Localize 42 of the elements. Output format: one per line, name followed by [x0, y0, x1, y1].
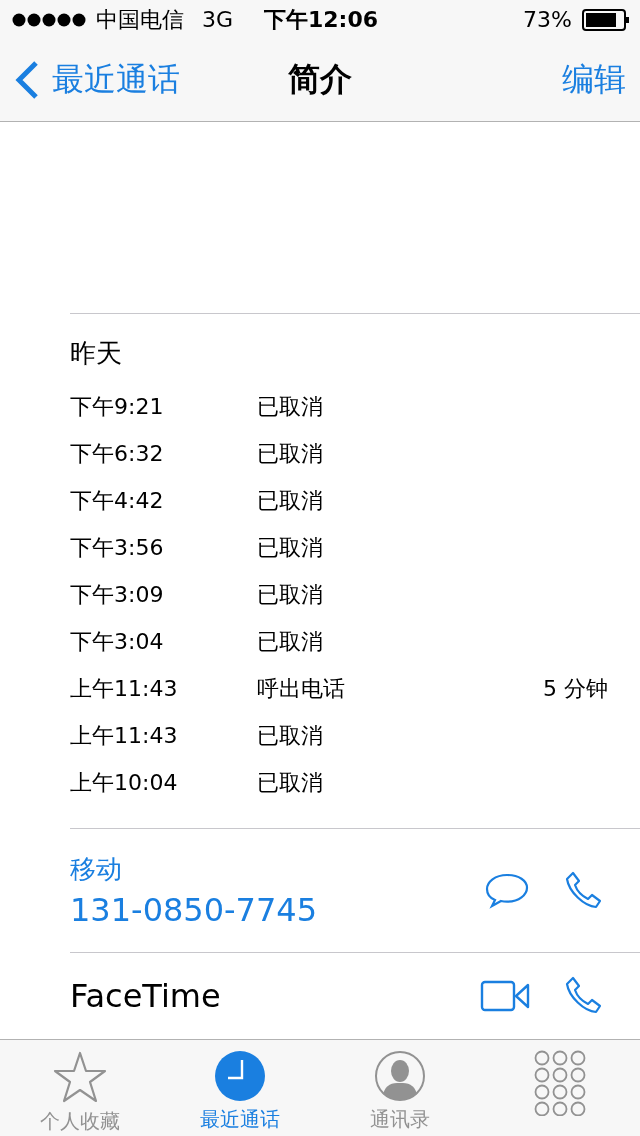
- star-icon: [52, 1050, 108, 1104]
- call-time: 上午10:04: [70, 768, 179, 797]
- tab[interactable]: 最近通话: [160, 1040, 320, 1136]
- page-title: 简介: [288, 59, 352, 101]
- back-chevron-icon: [14, 60, 40, 101]
- call-type: 已取消: [257, 486, 324, 515]
- call-time: 上午11:43: [70, 721, 179, 750]
- call-type: 已取消: [257, 768, 324, 797]
- network-type: 3G: [202, 7, 234, 33]
- edit-button[interactable]: 编辑: [562, 58, 626, 103]
- call-type: 呼出电话: [257, 674, 346, 703]
- keypad-icon: [534, 1050, 586, 1116]
- call-time: 下午3:56: [70, 533, 165, 562]
- battery-percent: 73%: [523, 7, 572, 33]
- tab[interactable]: 通讯录: [320, 1040, 480, 1136]
- call-duration: 5 分钟: [543, 674, 609, 703]
- phone-label: 移动: [70, 853, 123, 886]
- back-button[interactable]: 最近通话: [14, 58, 180, 103]
- message-icon[interactable]: [484, 871, 530, 910]
- call-time: 下午4:42: [70, 486, 165, 515]
- call-time: 上午11:43: [70, 674, 179, 703]
- call-time: 下午3:04: [70, 627, 165, 656]
- signal-icon: [12, 12, 86, 27]
- call-type: 已取消: [257, 533, 324, 562]
- video-camera-icon[interactable]: [480, 980, 530, 1012]
- call-type: 已取消: [257, 392, 324, 421]
- call-type: 已取消: [257, 627, 324, 656]
- clock: 下午12:06: [264, 5, 378, 34]
- call-time: 下午3:09: [70, 580, 165, 609]
- call-time: 下午6:32: [70, 439, 165, 468]
- phone-number[interactable]: 131-0850-7745: [70, 891, 484, 929]
- battery-icon: [582, 8, 630, 31]
- call-type: 已取消: [257, 439, 324, 468]
- facetime-label: FaceTime: [70, 977, 222, 1015]
- call-type: 已取消: [257, 580, 324, 609]
- call-time: 下午9:21: [70, 392, 165, 421]
- date-heading: 昨天: [70, 337, 123, 370]
- tab[interactable]: 个人收藏: [0, 1040, 160, 1136]
- call-type: 已取消: [257, 721, 324, 750]
- person-icon: [374, 1050, 426, 1102]
- clock-icon: [214, 1050, 266, 1102]
- carrier-name: 中国电信: [96, 5, 184, 34]
